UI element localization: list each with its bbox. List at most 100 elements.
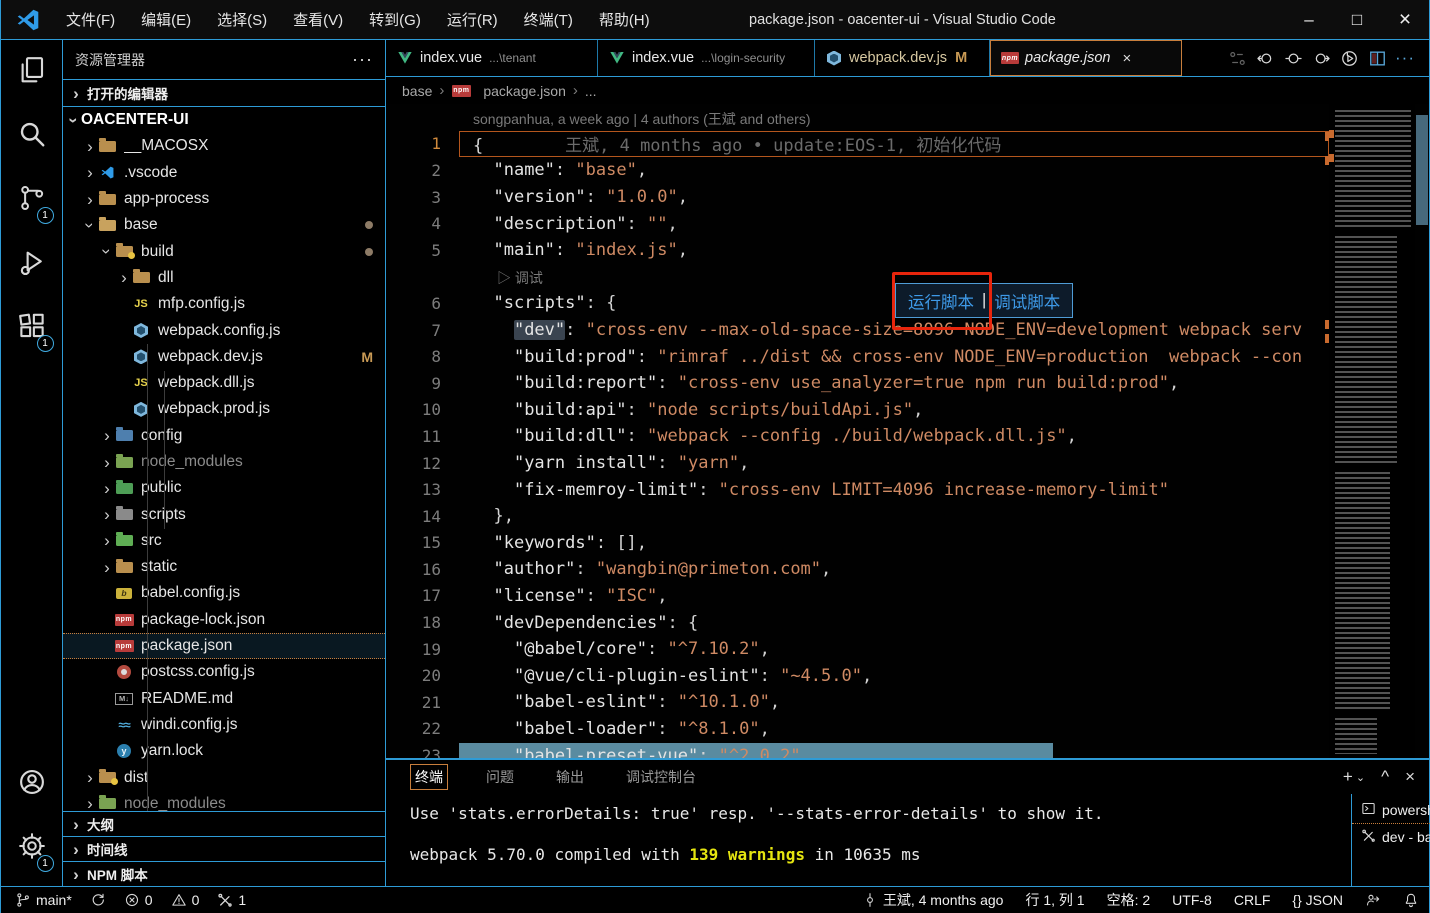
go-back-icon[interactable] — [1251, 44, 1279, 72]
status-encoding[interactable]: UTF-8 — [1172, 892, 1212, 908]
minimap[interactable] — [1329, 104, 1415, 758]
status-feedback[interactable] — [1365, 892, 1381, 908]
breadcrumb-item-base[interactable]: base — [402, 83, 432, 99]
change-marker-icon[interactable] — [1279, 44, 1307, 72]
tree-item-scripts[interactable]: ›scripts — [63, 501, 385, 527]
debug-script-link[interactable]: 调试脚本 — [994, 289, 1060, 313]
tree-item-webpack.dev.js[interactable]: ›webpack.dev.jsM — [63, 344, 385, 370]
tree-item-base[interactable]: ›base — [63, 212, 385, 238]
tree-item-postcss.config.js[interactable]: ›postcss.config.js — [63, 659, 385, 685]
menu-item-0[interactable]: 文件(F) — [53, 0, 128, 39]
code-line-text: "yarn install": "yarn", — [473, 450, 1329, 477]
compare-changes-icon[interactable] — [1223, 44, 1251, 72]
activity-run-debug-button[interactable] — [8, 238, 56, 290]
activity-search-button[interactable] — [8, 110, 56, 162]
code-editor[interactable]: songpanhua, a week ago | 4 authors (王斌 a… — [386, 104, 1429, 758]
vscode-window: 文件(F)编辑(E)选择(S)查看(V)转到(G)运行(R)终端(T)帮助(H)… — [0, 0, 1430, 913]
tree-item-windi.config.js[interactable]: ›≈≈windi.config.js — [63, 712, 385, 738]
activity-accounts-button[interactable] — [8, 758, 56, 810]
tree-item-babel.config.js[interactable]: ›bbabel.config.js — [63, 580, 385, 606]
panel-tab-0[interactable]: 终端 — [410, 764, 448, 790]
status-branch[interactable]: main* — [15, 887, 72, 913]
panel-tab-2[interactable]: 输出 — [552, 764, 588, 790]
maximize-panel-button[interactable]: ^ — [1381, 767, 1389, 787]
activity-source-control-button[interactable]: 1 — [8, 174, 56, 226]
terminal-output[interactable]: Use 'stats.errorDetails: true' resp. '--… — [386, 794, 1352, 886]
status-eol[interactable]: CRLF — [1234, 892, 1271, 908]
tree-item-webpack.prod.js[interactable]: ›webpack.prod.js — [63, 396, 385, 422]
tree-root-oacenter-ui[interactable]: ›OACENTER-UI — [63, 107, 385, 133]
editor-scrollbar[interactable] — [1415, 104, 1429, 758]
close-tab-icon[interactable]: × — [1122, 50, 1131, 67]
run-script-icon[interactable] — [1335, 44, 1363, 72]
tree-item-static[interactable]: ›static — [63, 554, 385, 580]
status-tasks[interactable]: 1 — [217, 887, 246, 913]
title-bar: 文件(F)编辑(E)选择(S)查看(V)转到(G)运行(R)终端(T)帮助(H)… — [1, 0, 1429, 40]
tab-webpack.dev.js[interactable]: webpack.dev.jsM — [815, 40, 990, 76]
menu-item-6[interactable]: 终端(T) — [511, 0, 586, 39]
tree-item-mfp.config.js[interactable]: ›JSmfp.config.js — [63, 291, 385, 317]
tree-item-webpack.dll.js[interactable]: ›JSwebpack.dll.js — [63, 370, 385, 396]
tree-item-package-lock.json[interactable]: ›npmpackage-lock.json — [63, 607, 385, 633]
tree-item-node_modules[interactable]: ›node_modules — [63, 449, 385, 475]
codelens-row[interactable]: ▷ 调试 — [386, 264, 1329, 291]
section-timeline[interactable]: ›时间线 — [63, 836, 385, 861]
tree-item-__MACOSX[interactable]: ›__MACOSX — [63, 133, 385, 159]
close-panel-button[interactable]: × — [1405, 767, 1415, 787]
status-blame[interactable]: 王斌, 4 months ago — [862, 890, 1004, 910]
section-npm-scripts[interactable]: ›NPM 脚本 — [63, 861, 385, 886]
tab-package.json[interactable]: npmpackage.json× — [990, 40, 1182, 76]
tree-item-README.md[interactable]: ›M↓README.md — [63, 686, 385, 712]
close-button[interactable]: × — [1381, 0, 1429, 39]
tree-item-label: webpack.config.js — [158, 322, 280, 340]
minimize-button[interactable]: – — [1285, 0, 1333, 39]
vue-icon — [396, 50, 414, 66]
maximize-button[interactable]: □ — [1333, 0, 1381, 39]
more-actions-icon[interactable]: ··· — [1391, 44, 1419, 72]
terminal-entry-powershell[interactable]: powershell — [1352, 796, 1430, 823]
sidebar-more-actions[interactable]: ··· — [352, 49, 373, 70]
tree-item-dll[interactable]: ›dll — [63, 265, 385, 291]
status-language-mode[interactable]: {} JSON — [1292, 892, 1343, 908]
activity-settings-button[interactable]: 1 — [8, 822, 56, 874]
menu-item-3[interactable]: 查看(V) — [280, 0, 356, 39]
activity-extensions-button[interactable]: 1 — [8, 302, 56, 354]
panel-tab-3[interactable]: 调试控制台 — [622, 764, 700, 790]
codelens-row[interactable]: songpanhua, a week ago | 4 authors (王斌 a… — [386, 104, 1329, 131]
status-cursor-position[interactable]: 行 1, 列 1 — [1025, 890, 1084, 910]
menu-item-2[interactable]: 选择(S) — [204, 0, 280, 39]
tree-item-public[interactable]: ›public — [63, 475, 385, 501]
section-outline[interactable]: ›大纲 — [63, 811, 385, 836]
tree-item-build[interactable]: ›build — [63, 238, 385, 264]
status-notifications[interactable] — [1403, 892, 1419, 908]
tab-index.vue-0[interactable]: index.vue...\tenant — [386, 40, 598, 76]
status-label: 0 — [192, 892, 200, 908]
tree-item-.vscode[interactable]: ›.vscode — [63, 160, 385, 186]
menu-item-5[interactable]: 运行(R) — [434, 0, 511, 39]
tree-item-config[interactable]: ›config — [63, 423, 385, 449]
status-indentation[interactable]: 空格: 2 — [1107, 890, 1151, 910]
activity-explorer-button[interactable] — [8, 46, 56, 98]
tab-index.vue-1[interactable]: index.vue...\login-security — [598, 40, 815, 76]
panel-tab-1[interactable]: 问题 — [482, 764, 518, 790]
tree-item-package.json[interactable]: ›npmpackage.json — [63, 633, 385, 659]
menu-item-7[interactable]: 帮助(H) — [586, 0, 663, 39]
status-errors[interactable]: 0 — [124, 887, 153, 913]
tree-item-dist[interactable]: ›dist — [63, 764, 385, 790]
tree-item-webpack.config.js[interactable]: ›webpack.config.js — [63, 317, 385, 343]
terminal-entry-devba[interactable]: dev - ba... ( — [1352, 823, 1430, 850]
go-forward-icon[interactable] — [1307, 44, 1335, 72]
tree-item-yarn.lock[interactable]: ›yyarn.lock — [63, 738, 385, 764]
split-editor-icon[interactable] — [1363, 44, 1391, 72]
open-editors-section[interactable]: › 打开的编辑器 — [63, 80, 385, 107]
breadcrumb-item-...[interactable]: ... — [585, 83, 597, 99]
tree-item-node_modules[interactable]: ›node_modules — [63, 791, 385, 811]
menu-item-4[interactable]: 转到(G) — [356, 0, 434, 39]
tree-item-src[interactable]: ›src — [63, 528, 385, 554]
status-warnings[interactable]: 0 — [171, 887, 200, 913]
tree-item-app-process[interactable]: ›app-process — [63, 186, 385, 212]
status-sync[interactable] — [90, 887, 106, 913]
menu-item-1[interactable]: 编辑(E) — [128, 0, 204, 39]
new-terminal-button[interactable]: +⌄ — [1343, 767, 1365, 787]
breadcrumb-item-package.json[interactable]: npmpackage.json — [451, 83, 566, 99]
